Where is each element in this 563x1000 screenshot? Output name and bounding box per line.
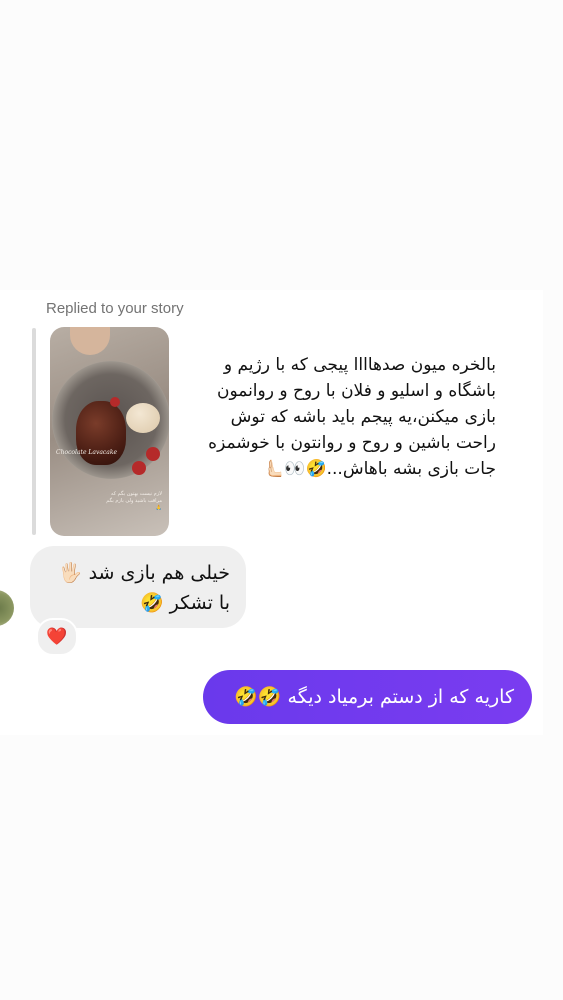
chat-thread: Replied to your story Chocolate Lavacake… [0,290,543,735]
outgoing-message-text: کاریه که از دستم برمیاد دیگه 🤣🤣 [234,686,514,708]
thumbnail-plate [52,361,169,479]
thumbnail-berry [146,447,160,461]
incoming-message-bubble[interactable]: خیلی هم بازی شد 🖐🏻 با تشکر 🤣 [30,546,246,628]
heart-reaction-icon[interactable]: ❤️ [36,618,78,656]
story-thumbnail[interactable]: Chocolate Lavacake لازم نیست بهتون بگم ک… [50,327,169,536]
thumbnail-berry [132,461,146,475]
story-reply-message: بالخره میون صدهاااا پیجی که با رژیم و با… [208,355,496,479]
thumbnail-icecream [126,403,160,433]
sender-avatar[interactable] [0,590,14,626]
reply-indicator-bar [32,328,36,535]
replied-to-story-label: Replied to your story [46,300,184,317]
incoming-message-text: خیلی هم بازی شد 🖐🏻 با تشکر 🤣 [58,562,230,614]
thumbnail-overlay-text: لازم نیست بهتون بگم که مراقب باشید ولی ب… [106,491,162,511]
thumbnail-caption: Chocolate Lavacake [56,449,118,456]
outgoing-message-bubble[interactable]: کاریه که از دستم برمیاد دیگه 🤣🤣 [203,670,532,724]
thumbnail-hand [70,327,110,355]
thumbnail-berry [110,397,120,407]
